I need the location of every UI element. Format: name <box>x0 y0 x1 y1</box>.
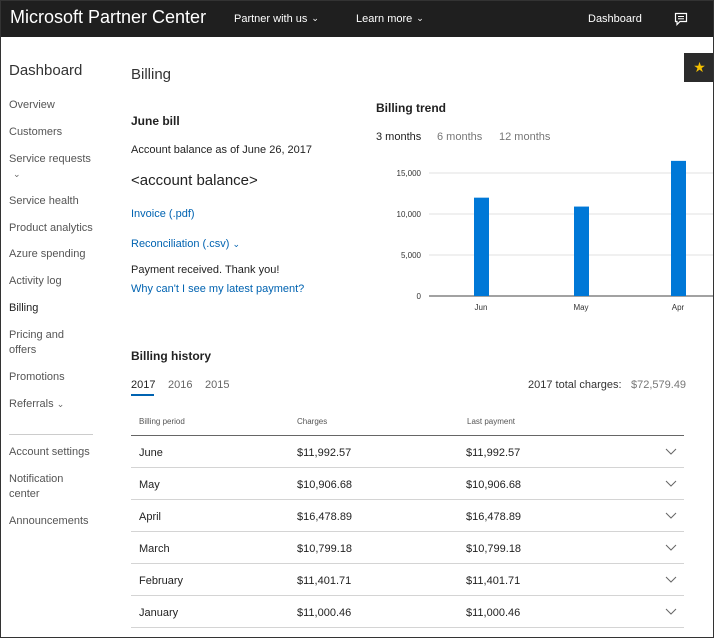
sidebar-item-referrals[interactable]: Referrals ⌄ <box>9 397 64 412</box>
trend-tab-12-months[interactable]: 12 months <box>499 131 550 143</box>
sidebar-title[interactable]: Dashboard <box>9 62 82 79</box>
chart-bar-apr[interactable] <box>671 160 686 296</box>
chart-y-tick-label: 10,000 <box>397 210 422 219</box>
sidebar-item-pricing-and-offers[interactable]: Pricing and <box>9 328 64 343</box>
chevron-down-icon[interactable] <box>665 606 677 616</box>
invoice-pdf-link[interactable]: Invoice (.pdf) <box>131 208 195 220</box>
table-row[interactable]: June $11,992.57 $11,992.57 <box>131 436 684 468</box>
chart-bar-jun[interactable] <box>474 197 489 296</box>
billing-period-cell: March <box>139 543 170 555</box>
chart-y-tick-label: 5,000 <box>401 251 422 260</box>
year-tab-2017[interactable]: 2017 <box>131 379 155 391</box>
charges-cell: $16,478.89 <box>297 511 353 523</box>
last-payment-cell: $16,478.89 <box>466 511 522 523</box>
app-window: Microsoft Partner Center Partner with us… <box>0 0 714 638</box>
chevron-down-icon: ⌄ <box>56 399 65 409</box>
trend-tab-6-months[interactable]: 6 months <box>437 131 482 143</box>
feedback-icon[interactable] <box>674 12 688 26</box>
billing-period-cell: January <box>139 607 179 619</box>
billing-period-cell: June <box>139 447 163 459</box>
chevron-down-icon[interactable] <box>665 510 677 520</box>
nav-partner-with-us[interactable]: Partner with us ⌄ <box>234 13 319 25</box>
charges-cell: $10,906.68 <box>297 479 353 491</box>
table-row[interactable]: March $10,799.18 $10,799.18 <box>131 532 684 564</box>
chevron-down-icon[interactable]: ⌄ <box>13 167 21 182</box>
billing-trend-chart: 0 5,000 10,000 15,000 Jun May Apr <box>397 160 713 312</box>
charges-cell: $11,992.57 <box>297 447 352 459</box>
sidebar-item-notification-center-line2[interactable]: center <box>9 487 40 502</box>
last-payment-cell: $11,401.71 <box>466 575 521 587</box>
charges-cell: $11,401.71 <box>297 575 352 587</box>
payment-received-text: Payment received. Thank you! <box>131 264 280 276</box>
trend-tab-3-months[interactable]: 3 months <box>376 131 421 143</box>
chart-x-tick-label: Jun <box>475 303 488 312</box>
column-header-charges: Charges <box>297 417 328 426</box>
active-year-underline <box>131 394 154 396</box>
table-row[interactable]: April $16,478.89 $16,478.89 <box>131 500 684 532</box>
reconciliation-csv-link[interactable]: Reconciliation (.csv) ⌄ <box>131 238 240 250</box>
sidebar-item-promotions[interactable]: Promotions <box>9 370 65 385</box>
chevron-down-icon: ⌄ <box>311 13 319 23</box>
chevron-down-icon[interactable] <box>665 542 677 552</box>
nav-partner-label: Partner with us <box>234 13 308 25</box>
bill-title: June bill <box>131 114 180 128</box>
year-tab-2015[interactable]: 2015 <box>205 379 229 391</box>
sidebar-item-notification-center[interactable]: Notification <box>9 472 63 487</box>
sidebar-item-billing[interactable]: Billing <box>9 301 38 316</box>
chart-x-tick-label: Apr <box>672 303 685 312</box>
favorite-star-icon[interactable]: ★ <box>684 53 713 82</box>
nav-learn-label: Learn more <box>356 13 413 25</box>
chevron-down-icon[interactable] <box>665 574 677 584</box>
charges-cell: $11,000.46 <box>297 607 352 619</box>
chart-y-tick-label: 0 <box>417 292 422 301</box>
billing-trend-title: Billing trend <box>376 101 446 115</box>
column-header-billing-period: Billing period <box>139 417 185 426</box>
sidebar-item-service-requests[interactable]: Service requests <box>9 152 91 167</box>
sidebar-item-account-settings[interactable]: Account settings <box>9 445 90 460</box>
table-row[interactable]: January $11,000.46 $11,000.46 <box>131 596 684 628</box>
chart-x-tick-label: May <box>573 303 588 312</box>
sidebar-item-activity-log[interactable]: Activity log <box>9 274 62 289</box>
column-header-last-payment: Last payment <box>467 417 516 426</box>
sidebar-item-service-health[interactable]: Service health <box>9 194 79 209</box>
account-balance-value: <account balance> <box>131 172 258 189</box>
chevron-down-icon[interactable] <box>665 446 677 456</box>
chevron-down-icon: ⌄ <box>416 13 424 23</box>
sidebar-item-announcements[interactable]: Announcements <box>9 514 89 529</box>
chart-bar-may[interactable] <box>574 206 589 296</box>
sidebar-item-product-analytics[interactable]: Product analytics <box>9 221 93 236</box>
charges-cell: $10,799.18 <box>297 543 353 555</box>
billing-period-cell: May <box>139 479 160 491</box>
chart-y-tick-label: 15,000 <box>397 169 422 178</box>
sidebar-item-overview[interactable]: Overview <box>9 98 55 113</box>
last-payment-cell: $10,906.68 <box>466 479 522 491</box>
balance-as-of-text: Account balance as of June 26, 2017 <box>131 144 313 156</box>
sidebar-item-azure-spending[interactable]: Azure spending <box>9 247 85 262</box>
reconciliation-link-label: Reconciliation (.csv) <box>131 238 230 250</box>
table-row[interactable]: May $10,906.68 $10,906.68 <box>131 468 684 500</box>
billing-history-title: Billing history <box>131 349 212 363</box>
sidebar-item-customers[interactable]: Customers <box>9 125 62 140</box>
sidebar-item-referrals-label: Referrals <box>9 398 54 410</box>
page-title: Billing <box>131 66 172 83</box>
billing-period-cell: February <box>139 575 184 587</box>
last-payment-cell: $10,799.18 <box>466 543 522 555</box>
nav-dashboard-link[interactable]: Dashboard <box>588 13 642 25</box>
brand-title[interactable]: Microsoft Partner Center <box>10 7 206 28</box>
chevron-down-icon: ⌄ <box>232 239 241 249</box>
total-charges-label: 2017 total charges: <box>528 379 622 391</box>
last-payment-cell: $11,992.57 <box>466 447 521 459</box>
nav-learn-more[interactable]: Learn more ⌄ <box>356 13 424 25</box>
total-charges-value: $72,579.49 <box>631 379 687 391</box>
last-payment-cell: $11,000.46 <box>466 607 521 619</box>
sidebar-item-pricing-and-offers-line2[interactable]: offers <box>9 343 36 358</box>
chevron-down-icon[interactable] <box>665 478 677 488</box>
billing-period-cell: April <box>139 511 162 523</box>
sidebar-divider <box>9 434 93 435</box>
why-latest-payment-link[interactable]: Why can't I see my latest payment? <box>131 283 304 295</box>
top-navigation-bar: Microsoft Partner Center Partner with us… <box>1 1 713 37</box>
year-tab-2016[interactable]: 2016 <box>168 379 192 391</box>
table-row[interactable]: February $11,401.71 $11,401.71 <box>131 564 684 596</box>
